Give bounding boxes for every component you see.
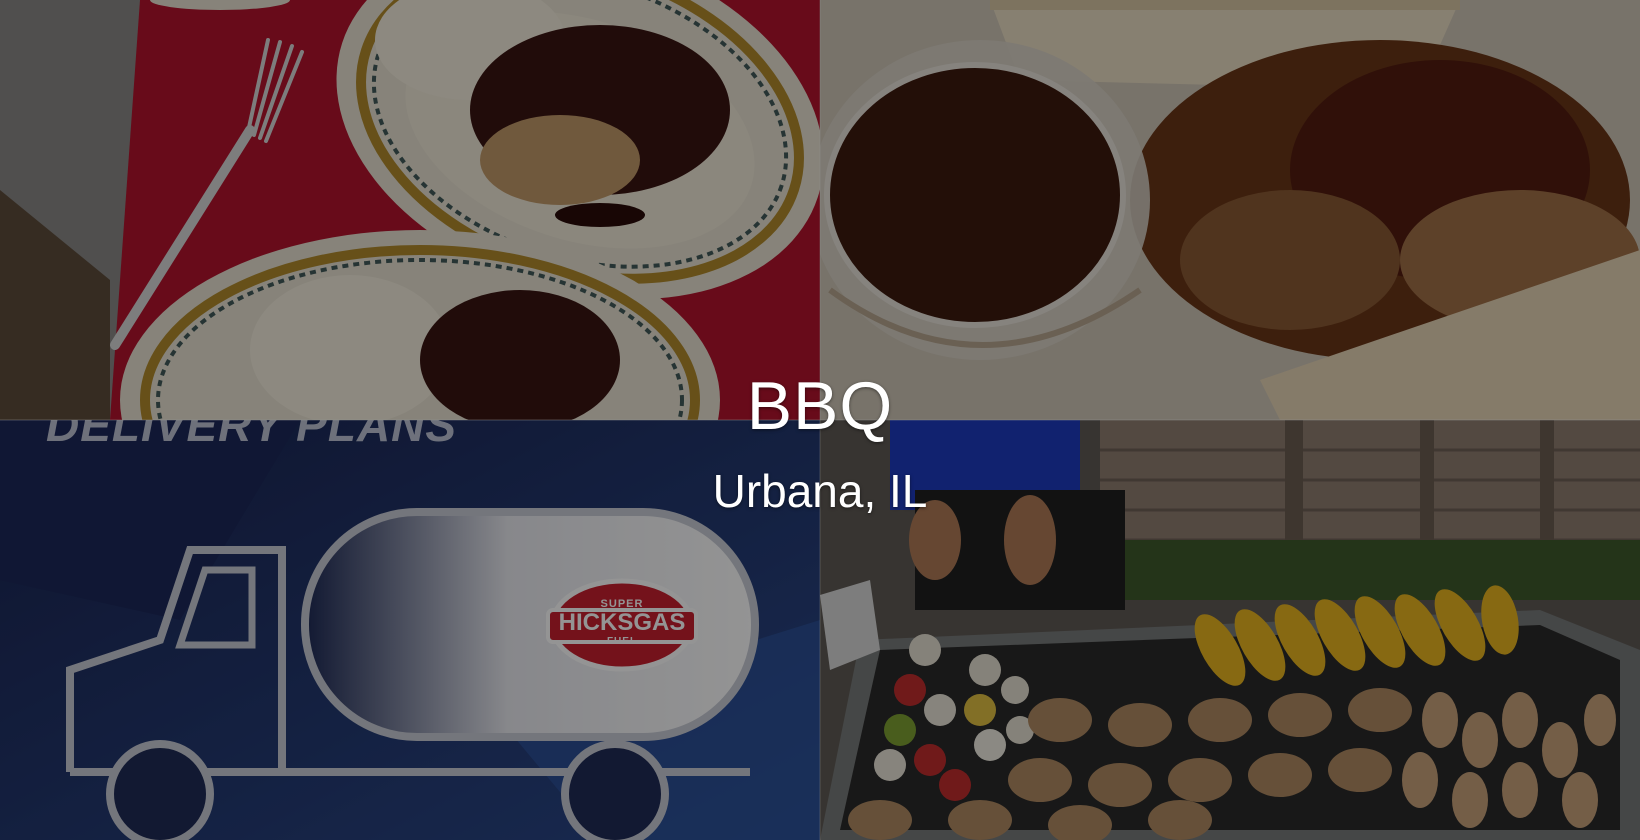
hero-caption: BBQ Urbana, IL <box>0 372 1640 514</box>
location-subtitle: Urbana, IL <box>712 465 928 517</box>
page-title: BBQ <box>746 368 894 444</box>
